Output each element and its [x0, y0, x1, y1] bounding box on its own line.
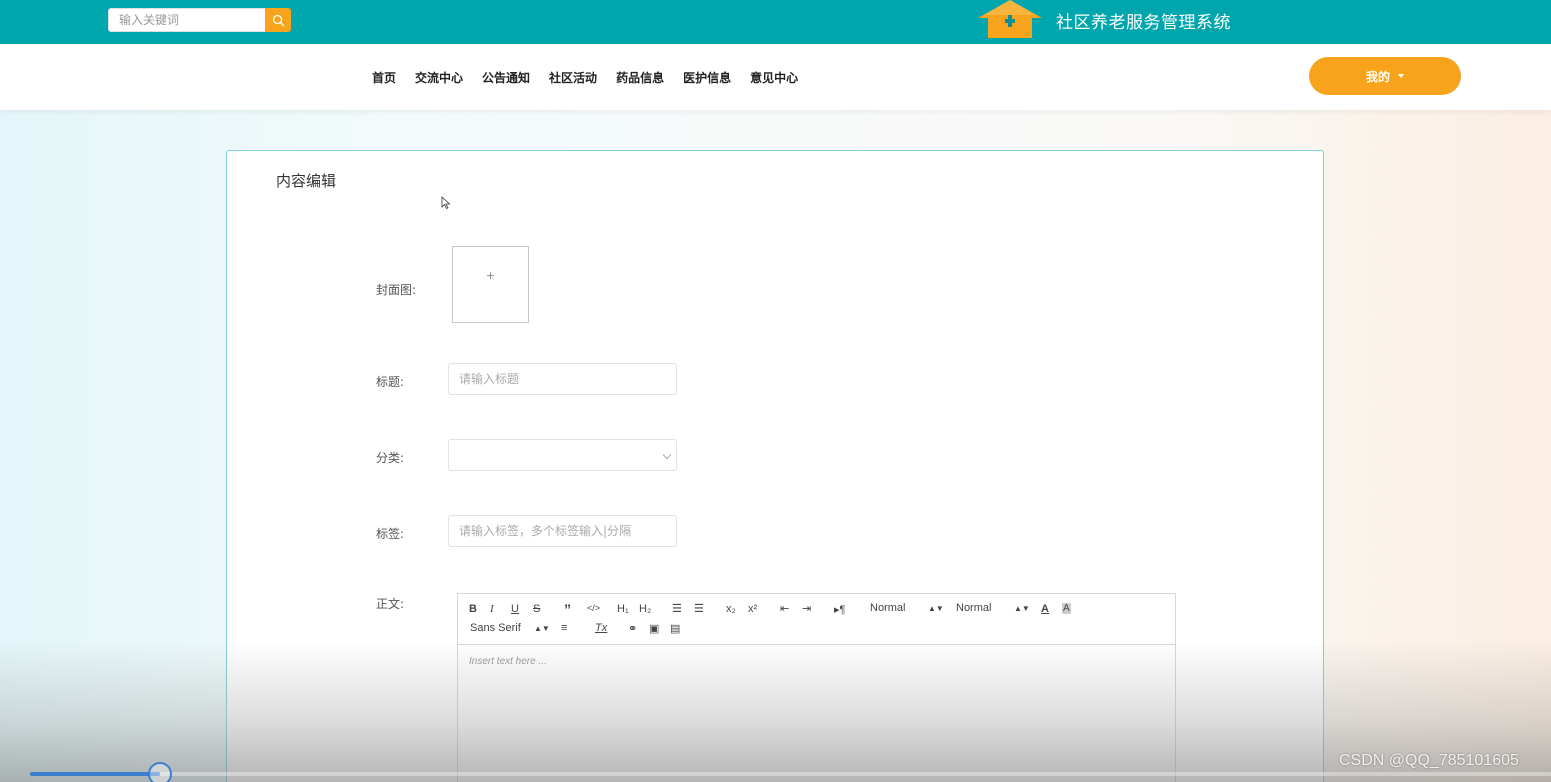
editor-toolbar: B I U S ” </> H₁ H₂ ☰ ☰ x₂ x² ⇤ ⇥ ▸¶ Nor… — [458, 594, 1175, 645]
clear-format-icon[interactable]: Tx — [595, 622, 607, 634]
card-title: 内容编辑 — [276, 172, 337, 190]
subscript-icon[interactable]: x₂ — [726, 603, 736, 615]
tags-input[interactable]: 请输入标签，多个标签输入|分隔 — [448, 515, 677, 547]
top-bar: 输入关键词 社区养老服务管理系统 — [0, 0, 1551, 44]
watermark: CSDN @QQ_785101605 — [1339, 752, 1519, 769]
search-icon — [272, 14, 284, 26]
rich-text-editor: B I U S ” </> H₁ H₂ ☰ ☰ x₂ x² ⇤ ⇥ ▸¶ Nor… — [457, 593, 1176, 782]
size-select[interactable]: Normal — [956, 602, 991, 614]
search-input[interactable]: 输入关键词 — [108, 8, 266, 32]
category-select[interactable] — [448, 439, 677, 471]
bold-icon[interactable]: B — [469, 603, 477, 615]
plus-icon: + — [485, 269, 496, 282]
text-direction-icon[interactable]: ▸¶ — [834, 603, 845, 616]
mine-label: 我的 — [1365, 69, 1390, 84]
header-1-icon[interactable]: H₁ — [617, 603, 629, 615]
align-icon[interactable]: ≡ — [561, 622, 567, 634]
font-select[interactable]: Sans Serif — [470, 622, 521, 634]
nav-item-exchange[interactable]: 交流中心 — [415, 69, 463, 86]
house-logo-icon — [978, 0, 1042, 38]
mouse-cursor-icon — [441, 196, 451, 210]
content-edit-card: 内容编辑 封面图: + 标题: 请输入标题 分类: 标签: 请输入标签，多个标签… — [226, 150, 1324, 782]
size-select-arrows-icon: ▲▼ — [1014, 604, 1030, 613]
video-progress-bar[interactable] — [30, 772, 160, 776]
link-icon[interactable]: ⚭ — [628, 622, 637, 635]
code-block-icon[interactable]: </> — [587, 603, 600, 613]
indent-icon[interactable]: ⇥ — [802, 602, 811, 615]
title-label: 标题: — [376, 375, 405, 389]
search-button[interactable] — [265, 8, 291, 32]
video-progress-remaining — [160, 772, 1551, 776]
tags-label: 标签: — [376, 527, 405, 541]
body-label: 正文: — [376, 597, 405, 611]
nav-item-notices[interactable]: 公告通知 — [482, 69, 530, 86]
image-icon[interactable]: ▣ — [649, 622, 659, 635]
nav-item-medicine[interactable]: 药品信息 — [616, 69, 664, 86]
underline-icon[interactable]: U — [511, 603, 519, 615]
cover-label: 封面图: — [376, 283, 417, 297]
blockquote-icon[interactable]: ” — [564, 601, 571, 617]
header-select-arrows-icon: ▲▼ — [928, 604, 944, 613]
outdent-icon[interactable]: ⇤ — [780, 602, 789, 615]
mine-dropdown-button[interactable]: 我的 — [1309, 57, 1461, 95]
cover-upload[interactable]: + — [452, 246, 529, 323]
superscript-icon[interactable]: x² — [748, 603, 757, 615]
text-color-icon[interactable]: A — [1041, 603, 1049, 615]
header-2-icon[interactable]: H₂ — [639, 603, 651, 615]
video-icon[interactable]: ▤ — [670, 622, 680, 635]
nav-menu: 首页 交流中心 公告通知 社区活动 药品信息 医护信息 意见中心 — [372, 69, 798, 86]
category-label: 分类: — [376, 451, 405, 465]
bullet-list-icon[interactable]: ☰ — [694, 602, 704, 615]
italic-icon[interactable]: I — [490, 603, 494, 615]
ordered-list-icon[interactable]: ☰ — [672, 602, 682, 615]
nav-item-feedback[interactable]: 意见中心 — [750, 69, 798, 86]
nav-bar: 首页 交流中心 公告通知 社区活动 药品信息 医护信息 意见中心 我的 — [0, 44, 1551, 110]
caret-down-icon — [1398, 74, 1404, 78]
strike-icon[interactable]: S — [533, 603, 540, 615]
nav-item-home[interactable]: 首页 — [372, 69, 396, 86]
site-title: 社区养老服务管理系统 — [1056, 13, 1231, 33]
nav-item-medical[interactable]: 医护信息 — [683, 69, 731, 86]
font-select-arrows-icon: ▲▼ — [534, 624, 550, 633]
nav-item-activities[interactable]: 社区活动 — [549, 69, 597, 86]
video-progress-thumb[interactable] — [148, 762, 172, 782]
header-select[interactable]: Normal — [870, 602, 905, 614]
chevron-down-icon — [662, 450, 672, 460]
editor-placeholder[interactable]: Insert text here ... — [469, 656, 547, 667]
background-color-icon[interactable]: A — [1062, 603, 1071, 614]
title-input[interactable]: 请输入标题 — [448, 363, 677, 395]
